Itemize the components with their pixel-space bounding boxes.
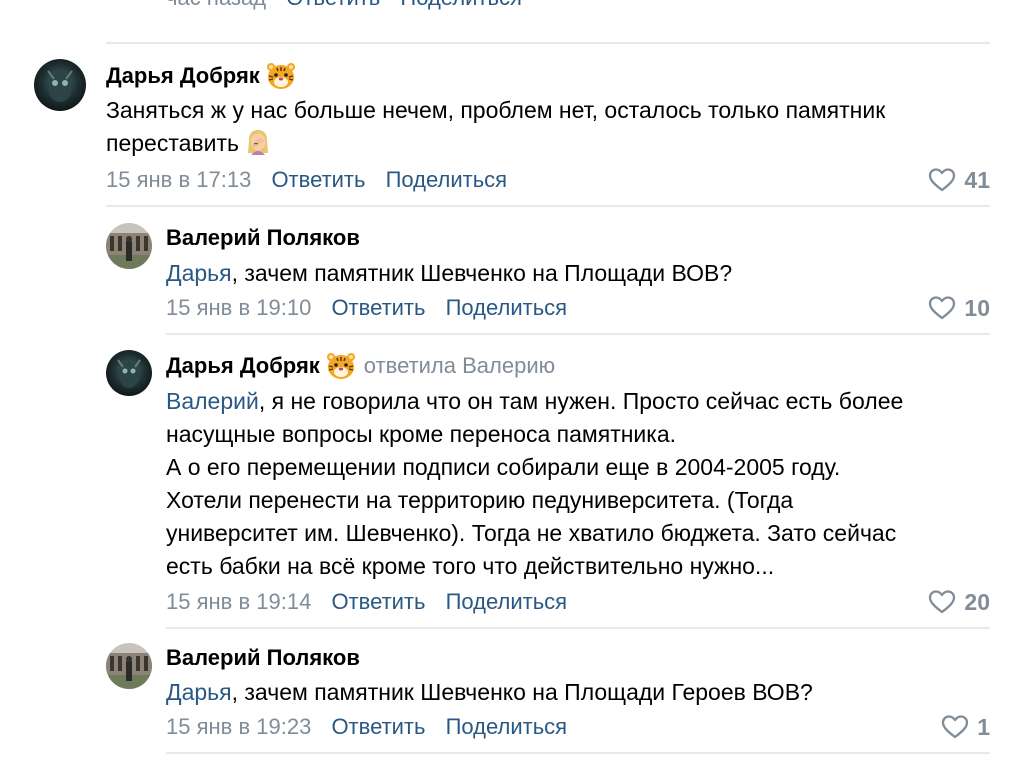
comment-line-text: , зачем памятник Шевченко на Площади ВОВ…	[231, 260, 733, 286]
divider	[166, 627, 990, 629]
avatar[interactable]	[106, 643, 152, 689]
reply-link[interactable]: Ответить	[271, 167, 365, 192]
comment-line-text: , я не говорила что он там нужен. Просто…	[258, 388, 904, 414]
mention-link[interactable]: Дарья	[166, 679, 232, 705]
comment-line-text: , зачем памятник Шевченко на Площади Гер…	[231, 679, 813, 705]
like-button[interactable]: 41	[928, 166, 990, 194]
author-name[interactable]: Валерий Поляков	[166, 644, 360, 672]
author-name[interactable]: Дарья Добряк	[106, 62, 260, 90]
comment-meta: 15 янв в 19:23 Ответить Поделиться	[166, 713, 567, 741]
mention-link[interactable]: Дарья	[166, 260, 232, 286]
tiger-face-icon	[326, 352, 356, 380]
mention-link[interactable]: Валерий	[166, 388, 259, 414]
comment-time[interactable]: 15 янв в 17:13	[106, 167, 251, 192]
comment-line: А о его перемещении подписи собирали еще…	[166, 454, 841, 480]
previous-comment-time: час назад	[166, 0, 266, 10]
comment-time[interactable]: 15 янв в 19:10	[166, 295, 311, 320]
avatar[interactable]	[106, 350, 152, 396]
comment-text: Дарья, зачем памятник Шевченко на Площад…	[166, 676, 813, 709]
comment-line: Дарья, зачем памятник Шевченко на Площад…	[166, 676, 813, 709]
comment-author[interactable]: Дарья Добряк ответила Валерию	[166, 352, 555, 380]
share-link[interactable]: Поделиться	[446, 589, 567, 614]
share-link[interactable]: Поделиться	[446, 714, 567, 739]
comment-text: Валерий, я не говорила что он там нужен.…	[166, 385, 903, 583]
previous-reply-link[interactable]: Ответить	[286, 0, 380, 10]
comment-line: Хотели перенести на территорию педунивер…	[166, 487, 794, 513]
comment-time[interactable]: 15 янв в 19:23	[166, 714, 311, 739]
woman-facepalming-icon	[243, 127, 273, 157]
comment-meta: 15 янв в 19:10 Ответить Поделиться	[166, 294, 567, 322]
divider	[166, 752, 990, 754]
divider	[106, 205, 990, 207]
author-name[interactable]: Валерий Поляков	[166, 224, 360, 252]
heart-outline-icon	[929, 590, 956, 614]
tiger-face-icon	[266, 62, 296, 90]
heart-outline-icon	[929, 296, 956, 320]
like-count: 10	[964, 295, 990, 321]
comment-meta: 15 янв в 17:13 Ответить Поделиться	[106, 166, 507, 194]
comment-meta: 15 янв в 19:14 Ответить Поделиться	[166, 588, 567, 616]
avatar[interactable]	[34, 59, 86, 111]
comment-line: переставить	[106, 127, 885, 160]
divider	[166, 333, 990, 335]
like-button[interactable]: 1	[941, 713, 990, 741]
like-button[interactable]: 10	[928, 294, 990, 322]
comment-line: Заняться ж у нас больше нечем, проблем н…	[106, 97, 886, 123]
comment-line: есть бабки на всё кроме того что действи…	[166, 553, 775, 579]
avatar[interactable]	[106, 223, 152, 269]
like-count: 20	[964, 589, 990, 615]
comment-author[interactable]: Валерий Поляков	[166, 224, 360, 252]
like-button[interactable]: 20	[928, 588, 990, 616]
comment-author[interactable]: Дарья Добряк	[106, 62, 296, 90]
divider	[106, 42, 990, 44]
like-count: 41	[964, 167, 990, 193]
share-link[interactable]: Поделиться	[446, 295, 567, 320]
author-name[interactable]: Дарья Добряк	[166, 352, 320, 380]
reply-link[interactable]: Ответить	[331, 295, 425, 320]
comment-line: университет им. Шевченко). Тогда не хват…	[166, 520, 897, 546]
replied-to-label[interactable]: ответила Валерию	[364, 352, 555, 380]
comment-text: Дарья, зачем памятник Шевченко на Площад…	[166, 257, 732, 290]
share-link[interactable]: Поделиться	[386, 167, 507, 192]
previous-comment-meta: час назад Ответить Поделиться	[166, 0, 522, 12]
comment-line: насущные вопросы кроме переноса памятник…	[166, 421, 677, 447]
comment-line-text: переставить	[106, 130, 239, 156]
reply-link[interactable]: Ответить	[331, 714, 425, 739]
reply-link[interactable]: Ответить	[331, 589, 425, 614]
comment-line: Валерий, я не говорила что он там нужен.…	[166, 385, 903, 418]
comment-time[interactable]: 15 янв в 19:14	[166, 589, 311, 614]
heart-outline-icon	[942, 715, 969, 739]
comment-line: Дарья, зачем памятник Шевченко на Площад…	[166, 257, 732, 290]
comment-text: Заняться ж у нас больше нечем, проблем н…	[106, 94, 885, 160]
like-count: 1	[977, 714, 990, 740]
heart-outline-icon	[929, 168, 956, 192]
comment-author[interactable]: Валерий Поляков	[166, 644, 360, 672]
previous-share-link[interactable]: Поделиться	[400, 0, 521, 10]
